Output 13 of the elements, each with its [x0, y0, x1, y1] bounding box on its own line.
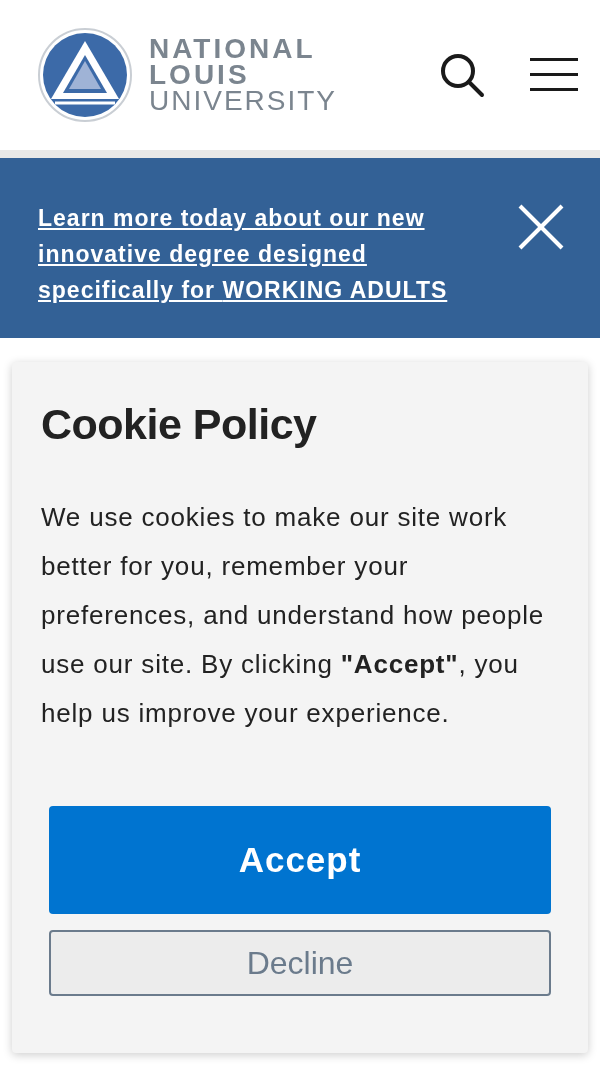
- accept-button[interactable]: Accept: [49, 806, 551, 914]
- dialog-text: We use cookies to make our site work better for you, remember your preferences, and understand how people use our site. By clicking "Accept", you help us improve your experience.: [41, 501, 546, 730]
- logo-text: UNIVERSITY: [149, 88, 338, 114]
- dialog-title: Cookie Policy: [41, 400, 318, 449]
- menu-icon[interactable]: [530, 57, 578, 93]
- seal-icon: [37, 27, 133, 123]
- search-icon[interactable]: [438, 51, 486, 99]
- logo[interactable]: NATIONAL LOUIS UNIVERSITY: [37, 27, 338, 123]
- close-icon[interactable]: [518, 204, 564, 250]
- logo-text: LOUIS: [149, 62, 251, 88]
- banner-link[interactable]: Learn more today about our new innovative degree designed specifically for WORKING ADULTS: [38, 200, 508, 308]
- decline-button[interactable]: Decline: [49, 930, 551, 996]
- logo-text: NATIONAL: [149, 36, 317, 62]
